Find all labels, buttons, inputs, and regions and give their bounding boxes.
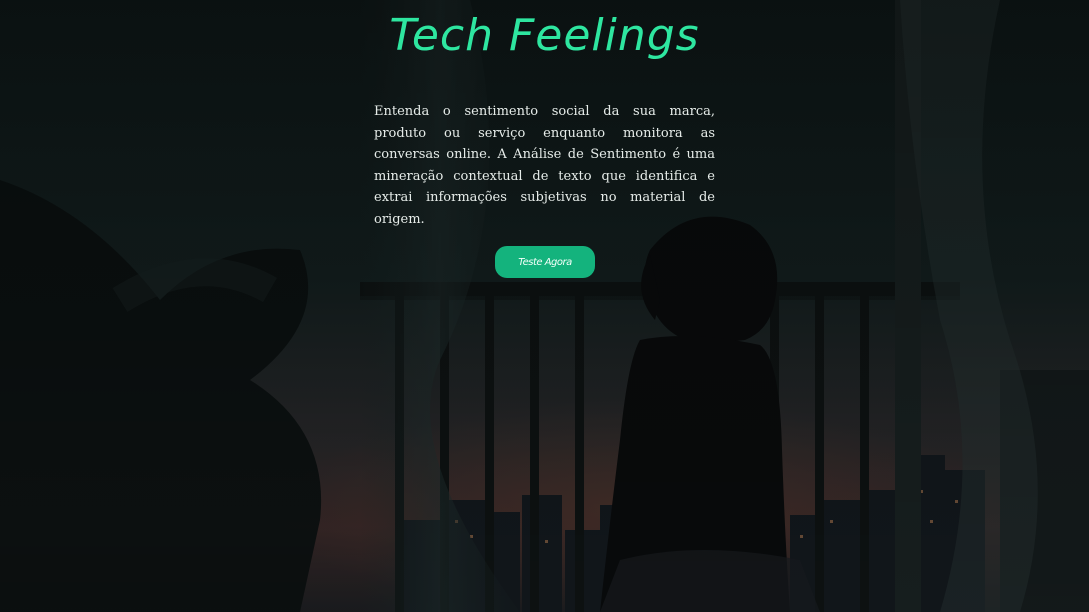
page-title: Tech Feelings — [389, 10, 700, 61]
background-illustration — [0, 0, 1089, 612]
hero-description: Entenda o sentimento social da sua marca… — [374, 104, 715, 227]
try-now-button[interactable]: Teste Agora — [495, 246, 595, 278]
